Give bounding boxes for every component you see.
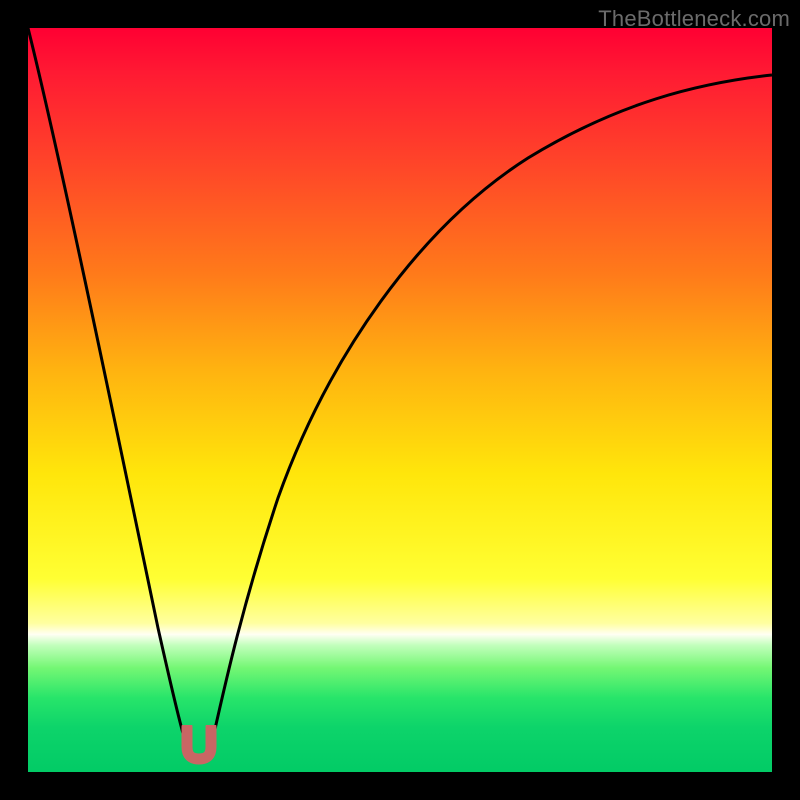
bottleneck-curve — [28, 28, 772, 772]
watermark-text: TheBottleneck.com — [598, 6, 790, 32]
plot-area — [28, 28, 772, 772]
minimum-marker — [181, 725, 217, 765]
curve-right-branch — [208, 75, 772, 760]
u-marker-icon — [187, 727, 211, 759]
outer-frame: TheBottleneck.com — [0, 0, 800, 800]
curve-left-branch — [28, 28, 191, 760]
